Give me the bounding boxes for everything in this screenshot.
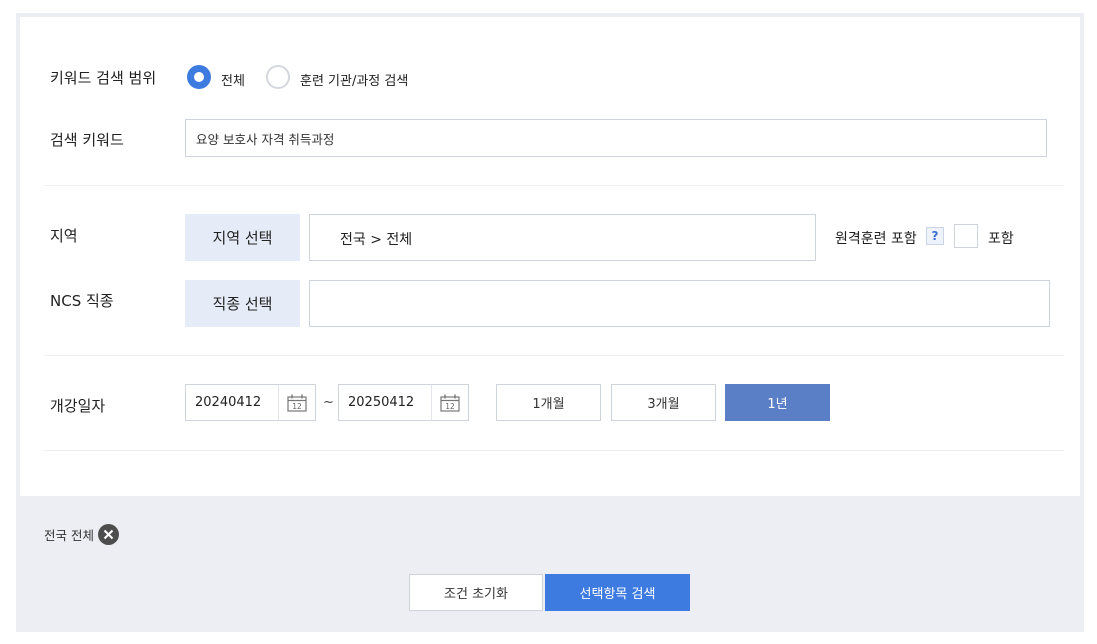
divider (44, 185, 1064, 186)
scope-institution-label[interactable]: 훈련 기관/과정 검색 (300, 70, 408, 89)
divider (44, 450, 1064, 451)
scope-all-radio[interactable] (187, 65, 211, 89)
period-1-year-button[interactable]: 1년 (725, 384, 830, 421)
start-date-input[interactable] (185, 384, 279, 421)
ncs-select-button[interactable]: 직종 선택 (185, 280, 300, 327)
divider (44, 355, 1064, 356)
calendar-icon[interactable]: 12 (431, 384, 469, 421)
search-filter-area: 키워드 검색 범위 전체 훈련 기관/과정 검색 검색 키워드 지역 지역 선택… (16, 13, 1084, 632)
remote-include-checkbox[interactable] (954, 224, 978, 248)
start-date-label: 개강일자 (50, 397, 106, 415)
region-value-field[interactable]: 전국 > 전체 (309, 214, 816, 261)
scope-all-label[interactable]: 전체 (221, 70, 245, 89)
search-button[interactable]: 선택항목 검색 (545, 574, 690, 611)
svg-text:12: 12 (445, 402, 455, 411)
keyword-label: 검색 키워드 (50, 131, 124, 149)
help-icon[interactable]: ? (926, 227, 944, 245)
period-1-month-button[interactable]: 1개월 (496, 384, 601, 421)
include-label: 포함 (988, 231, 1014, 247)
close-icon[interactable] (97, 524, 119, 545)
search-filter-panel: 키워드 검색 범위 전체 훈련 기관/과정 검색 검색 키워드 지역 지역 선택… (20, 17, 1080, 496)
keyword-scope-label: 키워드 검색 범위 (50, 69, 157, 87)
ncs-value-field[interactable] (309, 280, 1050, 327)
period-3-month-button[interactable]: 3개월 (611, 384, 716, 421)
region-label: 지역 (50, 227, 78, 245)
selected-condition-label: 전국 전체 (44, 528, 94, 543)
ncs-label: NCS 직종 (50, 292, 114, 310)
selected-condition-tag: 전국 전체 (44, 524, 119, 545)
region-value: 전국 > 전체 (340, 232, 413, 248)
remote-training-label: 원격훈련 포함 (835, 231, 917, 247)
region-select-button[interactable]: 지역 선택 (185, 214, 300, 261)
reset-button[interactable]: 조건 초기화 (409, 574, 543, 611)
date-range-separator: ~ (323, 395, 334, 410)
svg-text:12: 12 (292, 402, 302, 411)
calendar-icon[interactable]: 12 (278, 384, 316, 421)
keyword-input[interactable] (185, 119, 1047, 157)
end-date-input[interactable] (338, 384, 432, 421)
scope-institution-radio[interactable] (266, 65, 290, 89)
